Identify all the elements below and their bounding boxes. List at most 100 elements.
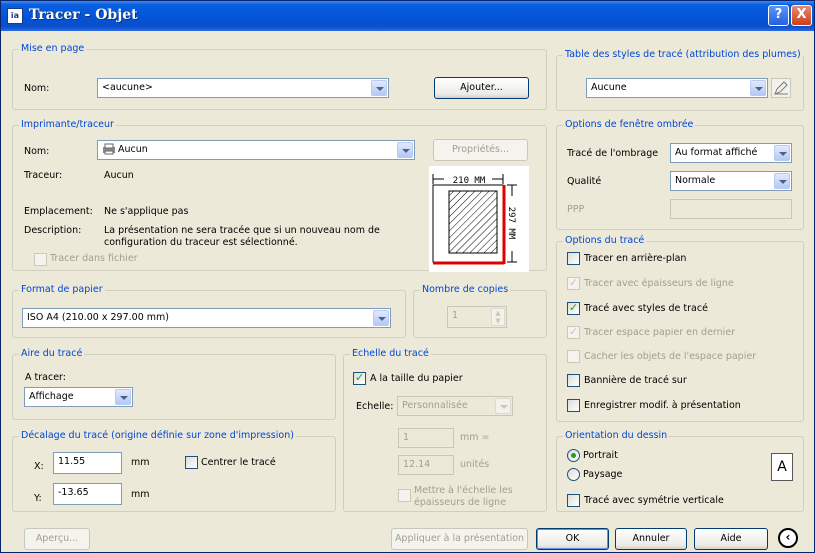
quality-value: Normale (675, 175, 716, 186)
orientation-legend: Orientation du dessin (563, 430, 670, 441)
collapse-options-icon[interactable]: ‹ (778, 528, 798, 548)
plot-paperspace-last-label: Tracer espace papier en dernier (584, 327, 736, 338)
paper-size-value: ISO A4 (210.00 x 297.00 mm) (27, 312, 169, 323)
copies-legend: Nombre de copies (420, 284, 511, 295)
offset-x-value: 11.55 (58, 456, 86, 467)
add-page-setup-button[interactable]: Ajouter... (434, 77, 529, 99)
hide-paperspace-objects-checkbox[interactable] (567, 350, 580, 363)
plotter-name-select[interactable]: Aucun (97, 140, 415, 160)
autocad-plot-icon: ĩa (7, 8, 23, 24)
plot-to-file-label: Tracer dans fichier (50, 253, 138, 264)
spinner-arrows-icon[interactable]: ▲ ▼ (491, 308, 505, 326)
help-button[interactable]: Aide (694, 528, 768, 550)
chevron-down-icon[interactable] (774, 173, 790, 189)
chevron-down-icon[interactable] (373, 310, 389, 326)
landscape-radio[interactable] (567, 468, 580, 481)
shaded-viewport-legend: Options de fenêtre ombrée (563, 119, 696, 130)
scale-units-unit: unités (460, 459, 490, 470)
copies-value: 1 (452, 310, 459, 321)
copies-spinner[interactable]: 1 ▲ ▼ (447, 306, 507, 328)
plotter-name-value: Aucun (118, 144, 148, 155)
plot-style-table-select[interactable]: Aucune (586, 78, 768, 98)
plot-style-table-value: Aucune (591, 82, 627, 93)
shade-plot-label: Tracé de l'ombrage (567, 148, 659, 159)
plot-lineweights-checkbox[interactable] (567, 276, 580, 290)
plot-options-legend: Options du tracé (563, 235, 647, 246)
description-label: Description: (24, 225, 82, 236)
plot-offset-legend: Décalage du tracé (origine définie sur z… (19, 430, 296, 441)
upside-down-checkbox[interactable] (567, 494, 580, 507)
description-line-2: configuration du traceur est sélectionné… (104, 237, 298, 248)
apply-to-layout-button[interactable]: Appliquer à la présentation (391, 528, 528, 550)
plot-stamp-checkbox[interactable] (567, 374, 580, 387)
scale-units-value: 12.14 (403, 459, 431, 470)
plot-paperspace-last-checkbox[interactable] (567, 325, 580, 339)
scale-lineweights-checkbox[interactable] (398, 489, 411, 502)
offset-x-input[interactable]: 11.55 (53, 452, 122, 474)
plot-scale-legend: Echelle du tracé (350, 348, 431, 359)
portrait-radio[interactable] (567, 449, 580, 462)
chevron-down-icon[interactable] (750, 80, 766, 96)
dpi-label: PPP (567, 204, 585, 215)
quality-select[interactable]: Normale (670, 171, 792, 191)
plot-area-what-label: A tracer: (25, 372, 66, 383)
fit-to-paper-label: A la taille du papier (370, 373, 463, 384)
close-button[interactable]: X (791, 5, 812, 26)
plot-area-legend: Aire du tracé (19, 348, 85, 359)
landscape-label: Paysage (583, 469, 623, 480)
location-label: Emplacement: (24, 206, 93, 217)
offset-x-label: X: (34, 461, 44, 472)
scale-units-input[interactable]: 12.14 (398, 455, 454, 475)
scale-value: Personnalisée (402, 400, 468, 411)
plotter-value: Aucun (104, 170, 134, 181)
scale-mm-value: 1 (403, 432, 410, 443)
plot-stamp-label: Bannière de tracé sur (584, 375, 687, 386)
fit-to-paper-checkbox[interactable] (353, 371, 366, 385)
offset-y-label: Y: (34, 493, 42, 504)
dpi-input[interactable] (670, 199, 792, 219)
scale-select[interactable]: Personnalisée (397, 396, 513, 416)
center-plot-label: Centrer le tracé (201, 457, 276, 468)
chevron-down-icon[interactable] (371, 80, 387, 96)
offset-y-input[interactable]: -13.65 (53, 483, 122, 505)
help-title-button[interactable]: ? (768, 5, 789, 26)
plot-dialog: ĩa Tracer - Objet ? X Mise en page Nom: … (0, 0, 815, 553)
preview-button[interactable]: Aperçu... (24, 528, 90, 550)
quality-label: Qualité (567, 176, 602, 187)
page-setup-name-select[interactable]: <aucune> (97, 78, 389, 98)
scale-lineweights-label-1: Mettre à l'échelle les (414, 485, 513, 496)
upside-down-label: Tracé avec symétrie verticale (584, 495, 724, 506)
window-title: Tracer - Objet (29, 7, 138, 23)
chevron-down-icon[interactable] (774, 145, 790, 161)
chevron-down-icon[interactable] (397, 142, 413, 158)
preview-height-label: 297 MM (506, 207, 516, 240)
offset-y-value: -13.65 (58, 487, 89, 498)
save-changes-label: Enregistrer modif. à présentation (584, 400, 741, 411)
save-changes-checkbox[interactable] (567, 399, 580, 412)
offset-x-unit: mm (131, 457, 150, 468)
cancel-button[interactable]: Annuler (615, 528, 687, 550)
printer-icon (102, 143, 116, 155)
plot-with-styles-checkbox[interactable] (567, 301, 580, 315)
paper-size-select[interactable]: ISO A4 (210.00 x 297.00 mm) (22, 308, 391, 328)
center-plot-checkbox[interactable] (185, 456, 198, 469)
title-bar[interactable]: ĩa Tracer - Objet ? X (1, 1, 814, 31)
plot-to-file-checkbox[interactable] (34, 253, 47, 266)
properties-button[interactable]: Propriétés... (433, 139, 528, 161)
shade-plot-select[interactable]: Au format affiché (670, 143, 792, 163)
paper-preview: 210 MM 297 MM (429, 166, 529, 272)
portrait-label: Portrait (583, 450, 618, 461)
chevron-down-icon[interactable] (115, 389, 131, 405)
plot-with-styles-label: Tracé avec styles de tracé (584, 303, 708, 314)
scale-lineweights-label-2: épaisseurs de ligne (414, 497, 507, 508)
page-setup-legend: Mise en page (19, 43, 87, 54)
portrait-page-icon: A (771, 453, 793, 481)
page-setup-name-value: <aucune> (102, 82, 153, 93)
plot-area-select[interactable]: Affichage (24, 387, 133, 407)
chevron-down-icon[interactable] (495, 398, 511, 414)
page-setup-name-label: Nom: (24, 83, 50, 94)
scale-mm-input[interactable]: 1 (398, 428, 454, 448)
ok-button[interactable]: OK (536, 528, 609, 550)
plot-in-background-checkbox[interactable] (567, 252, 580, 265)
edit-plot-style-button[interactable] (771, 78, 791, 98)
